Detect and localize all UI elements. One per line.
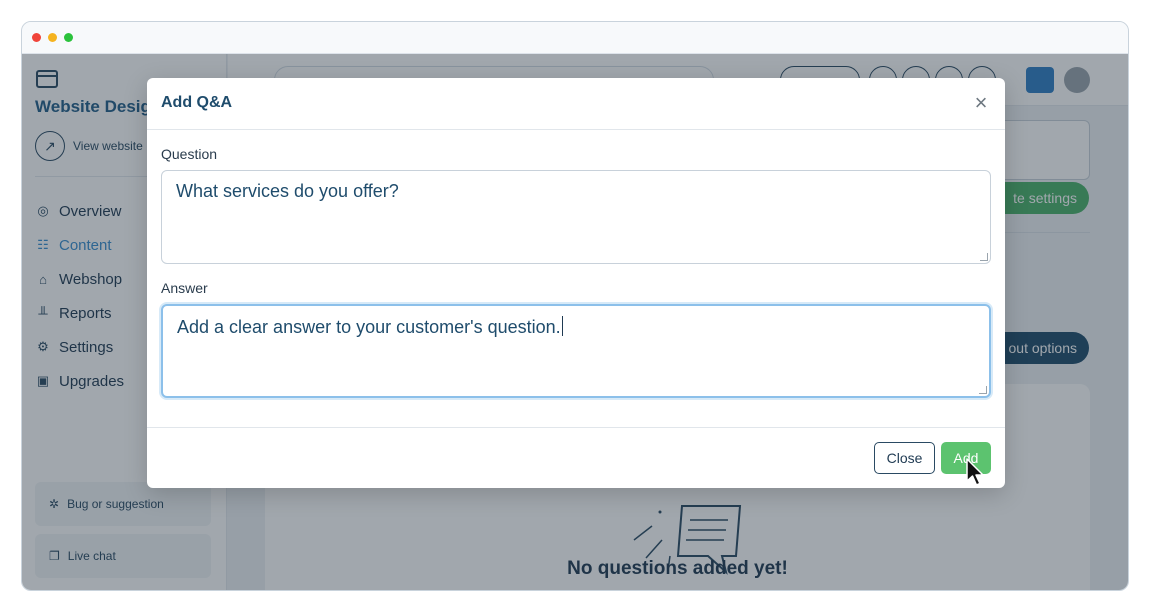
- browser-window: Website Desig ↗ View website ◎ Overview ☷…: [21, 21, 1129, 591]
- text-caret: [561, 316, 563, 336]
- maximize-window-dot[interactable]: [64, 33, 73, 42]
- add-qa-modal: Add Q&A × Question What services do you …: [147, 78, 1005, 488]
- modal-title: Add Q&A: [161, 94, 233, 111]
- close-window-dot[interactable]: [32, 33, 41, 42]
- close-button[interactable]: Close: [874, 442, 935, 474]
- question-value: What services do you offer?: [176, 181, 399, 201]
- answer-value: Add a clear answer to your customer's qu…: [177, 317, 561, 337]
- close-icon[interactable]: ×: [969, 92, 993, 116]
- question-field[interactable]: What services do you offer?: [161, 170, 991, 264]
- modal-header: Add Q&A ×: [147, 78, 1005, 130]
- mouse-pointer-icon: [966, 458, 984, 486]
- resize-handle-icon[interactable]: [980, 253, 988, 261]
- question-label: Question: [161, 146, 218, 162]
- window-titlebar: [22, 22, 1128, 54]
- resize-handle-icon[interactable]: [979, 386, 987, 394]
- answer-label: Answer: [161, 280, 208, 296]
- minimize-window-dot[interactable]: [48, 33, 57, 42]
- answer-field[interactable]: Add a clear answer to your customer's qu…: [161, 304, 991, 398]
- modal-footer: Close Add: [147, 427, 1005, 488]
